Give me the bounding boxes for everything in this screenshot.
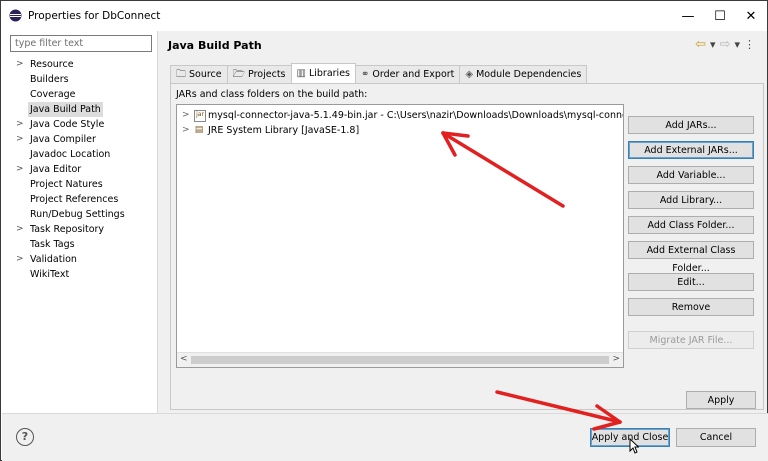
scroll-right-icon[interactable]: > bbox=[612, 354, 620, 364]
tab-order-and-export[interactable]: ⚭ Order and Export bbox=[354, 65, 461, 83]
page-title: Java Build Path bbox=[168, 39, 262, 52]
tab-strip: 🗀 Source 🗁 Projects ▥ Libraries ⚭ Order and … bbox=[170, 63, 588, 83]
tab-libraries[interactable]: ▥ Libraries bbox=[290, 63, 356, 83]
tree-item-java-editor[interactable]: > Java Editor bbox=[2, 162, 156, 177]
chevron-right-icon[interactable]: > bbox=[182, 108, 190, 123]
chevron-down-icon[interactable]: ▾ bbox=[710, 38, 716, 51]
help-icon[interactable]: ? bbox=[16, 428, 34, 446]
forward-arrow-icon[interactable]: ⇨ bbox=[720, 37, 731, 52]
tree-item-java-build-path[interactable]: Java Build Path bbox=[2, 102, 156, 117]
minimize-button[interactable]: — bbox=[673, 5, 703, 27]
cancel-button[interactable]: Cancel bbox=[676, 428, 756, 447]
tree-item-task-repository[interactable]: > Task Repository bbox=[2, 222, 156, 237]
mouse-cursor-icon bbox=[629, 438, 639, 454]
tree-item-validation[interactable]: > Validation bbox=[2, 252, 156, 267]
history-nav: ⇦ ▾ ⇨ ▾ ⋮ bbox=[695, 37, 755, 52]
projects-icon: 🗁 bbox=[232, 69, 246, 80]
preference-tree: > Resource Builders Coverage Java Build P… bbox=[2, 57, 156, 282]
jar-icon: jar bbox=[194, 110, 206, 122]
add-jars-button[interactable]: Add JARs... bbox=[628, 116, 754, 134]
properties-dialog: Properties for DbConnect — ☐ ✕ >Resource… bbox=[0, 0, 768, 461]
close-button[interactable]: ✕ bbox=[736, 5, 766, 27]
tree-item-javadoc-location[interactable]: Javadoc Location bbox=[2, 147, 156, 162]
chevron-right-icon[interactable]: > bbox=[182, 123, 190, 138]
horizontal-scrollbar[interactable]: < > bbox=[177, 352, 623, 367]
tree-item-run-debug-settings[interactable]: Run/Debug Settings bbox=[2, 207, 156, 222]
chevron-right-icon[interactable]: > bbox=[16, 57, 24, 72]
libraries-panel: JARs and class folders on the build path… bbox=[170, 83, 764, 410]
edit-button[interactable]: Edit... bbox=[628, 273, 754, 291]
filter-input[interactable] bbox=[10, 35, 152, 52]
dialog-button-bar: ? Apply and Close Cancel bbox=[2, 413, 768, 461]
tree-item-project-references[interactable]: Project References bbox=[2, 192, 156, 207]
migrate-jar-button[interactable]: Migrate JAR File... bbox=[628, 331, 754, 349]
chevron-right-icon[interactable]: > bbox=[16, 222, 24, 237]
add-library-button[interactable]: Add Library... bbox=[628, 191, 754, 209]
tree-item-java-compiler[interactable]: > Java Compiler bbox=[2, 132, 156, 147]
chevron-right-icon[interactable]: > bbox=[16, 252, 24, 267]
scroll-left-icon[interactable]: < bbox=[180, 354, 188, 364]
apply-button[interactable]: Apply bbox=[686, 391, 756, 409]
source-folder-icon: 🗀 bbox=[176, 69, 186, 80]
add-external-jars-button[interactable]: Add External JARs... bbox=[628, 141, 754, 159]
module-icon: ◈ bbox=[465, 69, 474, 80]
remove-button[interactable]: Remove bbox=[628, 298, 754, 316]
add-external-class-folder-button[interactable]: Add External Class Folder... bbox=[628, 241, 754, 274]
window-title: Properties for DbConnect bbox=[28, 10, 161, 22]
maximize-button[interactable]: ☐ bbox=[705, 5, 735, 27]
tree-item-builders[interactable]: Builders bbox=[2, 72, 156, 87]
tab-module-dependencies[interactable]: ◈ Module Dependencies bbox=[459, 65, 588, 83]
chevron-down-icon[interactable]: ▾ bbox=[734, 38, 740, 51]
tree-item-project-natures[interactable]: Project Natures bbox=[2, 177, 156, 192]
tab-source[interactable]: 🗀 Source bbox=[170, 65, 228, 83]
add-variable-button[interactable]: Add Variable... bbox=[628, 166, 754, 184]
property-page: Java Build Path ⇦ ▾ ⇨ ▾ ⋮ 🗀 Source 🗁 Proje… bbox=[158, 31, 767, 413]
order-export-icon: ⚭ bbox=[360, 69, 370, 80]
title-bar: Properties for DbConnect — ☐ ✕ bbox=[1, 1, 767, 31]
tree-item-java-code-style[interactable]: > Java Code Style bbox=[2, 117, 156, 132]
tree-item-task-tags[interactable]: Task Tags bbox=[2, 237, 156, 252]
view-menu-icon[interactable]: ⋮ bbox=[744, 38, 755, 51]
libraries-icon: ▥ bbox=[296, 68, 306, 79]
add-class-folder-button[interactable]: Add Class Folder... bbox=[628, 216, 754, 234]
chevron-right-icon[interactable]: > bbox=[16, 132, 24, 147]
chevron-right-icon[interactable]: > bbox=[16, 162, 24, 177]
tab-projects[interactable]: 🗁 Projects bbox=[226, 65, 292, 83]
eclipse-icon bbox=[9, 9, 22, 22]
chevron-right-icon[interactable]: > bbox=[16, 117, 24, 132]
tree-item-coverage[interactable]: Coverage bbox=[2, 87, 156, 102]
tree-item-wikitext[interactable]: WikiText bbox=[2, 267, 156, 282]
library-icon: ▤ bbox=[194, 125, 204, 135]
preference-tree-pane: >Resource Builders Coverage Java Build P… bbox=[2, 31, 158, 413]
build-path-label: JARs and class folders on the build path… bbox=[176, 89, 368, 100]
list-item[interactable]: > jar mysql-connector-java-5.1.49-bin.ja… bbox=[177, 108, 623, 123]
scrollbar-thumb[interactable] bbox=[191, 356, 609, 364]
tree-item-resource[interactable]: > Resource bbox=[2, 57, 156, 72]
back-arrow-icon[interactable]: ⇦ bbox=[695, 37, 706, 52]
library-list[interactable]: > jar mysql-connector-java-5.1.49-bin.ja… bbox=[176, 104, 624, 368]
